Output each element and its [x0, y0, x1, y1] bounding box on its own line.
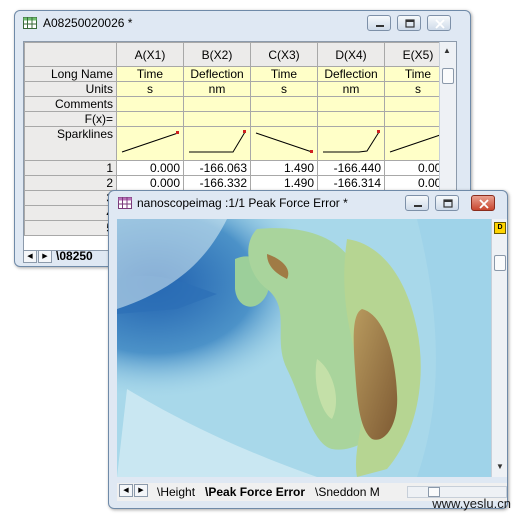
image-title: nanoscopeimag :1/1 Peak Force Error *: [137, 196, 348, 210]
cell[interactable]: [250, 96, 318, 112]
tab-height[interactable]: \Height: [157, 485, 195, 499]
row-header[interactable]: Sparklines: [24, 126, 117, 161]
row-header[interactable]: Comments: [24, 96, 117, 112]
cell[interactable]: [116, 111, 184, 127]
table-row: 1 0.000 -166.063 1.490 -166.440 0.000: [24, 160, 452, 176]
matrix-icon: [118, 197, 132, 209]
sparkline-cell[interactable]: [116, 126, 184, 161]
tab-sneddon[interactable]: \Sneddon M: [315, 485, 380, 499]
vertical-scrollbar[interactable]: D ▼: [491, 219, 507, 477]
close-icon: [479, 199, 489, 209]
restore-button[interactable]: [397, 15, 421, 31]
afm-image[interactable]: [117, 219, 491, 477]
image-window[interactable]: nanoscopeimag :1/1 Peak Force Error * D …: [108, 190, 508, 509]
cell[interactable]: s: [250, 81, 318, 97]
cell[interactable]: Time: [116, 66, 184, 82]
minimize-button[interactable]: [367, 15, 391, 31]
cell[interactable]: nm: [317, 81, 385, 97]
tab-next-button[interactable]: ▶: [134, 484, 148, 497]
cell[interactable]: [317, 111, 385, 127]
row-number[interactable]: 2: [24, 175, 117, 191]
sparkline-cell[interactable]: [250, 126, 318, 161]
cell[interactable]: [250, 111, 318, 127]
cell[interactable]: 0.000: [116, 175, 184, 191]
cell[interactable]: -166.063: [183, 160, 251, 176]
height-map-image: [117, 219, 491, 477]
worksheet-titlebar[interactable]: A08250020026 *: [15, 11, 470, 35]
cell[interactable]: Deflection: [183, 66, 251, 82]
cell[interactable]: nm: [183, 81, 251, 97]
row-number[interactable]: 1: [24, 160, 117, 176]
restore-icon: [443, 199, 453, 208]
row-number[interactable]: 3: [24, 190, 117, 206]
corner-cell[interactable]: [24, 42, 117, 67]
column-header-row: A(X1) B(X2) C(X3) D(X4) E(X5): [24, 42, 452, 67]
tab-next-button[interactable]: ▶: [38, 250, 52, 263]
long-name-row: Long Name Time Deflection Time Deflectio…: [24, 66, 452, 82]
tab-prev-button[interactable]: ◀: [23, 250, 37, 263]
column-header[interactable]: B(X2): [183, 42, 251, 67]
cell[interactable]: -166.440: [317, 160, 385, 176]
scroll-thumb[interactable]: [494, 255, 506, 271]
sparkline-cell[interactable]: [317, 126, 385, 161]
comments-row: Comments: [24, 96, 452, 112]
minimize-icon: [376, 25, 384, 27]
column-header[interactable]: C(X3): [250, 42, 318, 67]
cell[interactable]: [183, 111, 251, 127]
row-header[interactable]: F(x)=: [24, 111, 117, 127]
tab-prev-button[interactable]: ◀: [119, 484, 133, 497]
worksheet-icon: [23, 17, 37, 29]
sparkline: [189, 130, 246, 153]
close-button[interactable]: [471, 195, 495, 211]
sparkline: [121, 131, 179, 153]
cell[interactable]: s: [116, 81, 184, 97]
restore-icon: [405, 19, 415, 28]
row-number[interactable]: 4: [24, 205, 117, 221]
close-button[interactable]: [427, 15, 451, 31]
scroll-up-icon[interactable]: ▲: [443, 46, 451, 55]
image-titlebar[interactable]: nanoscopeimag :1/1 Peak Force Error *: [109, 191, 507, 215]
cell[interactable]: [116, 96, 184, 112]
cell[interactable]: -166.332: [183, 175, 251, 191]
cell[interactable]: 1.490: [250, 175, 318, 191]
formula-row: F(x)=: [24, 111, 452, 127]
cell[interactable]: 0.000: [116, 160, 184, 176]
sparklines-row: Sparklines: [24, 126, 452, 161]
sheet-tab-label: 08250: [59, 249, 93, 263]
scroll-down-icon[interactable]: ▼: [496, 462, 504, 471]
units-row: Units s nm s nm s: [24, 81, 452, 97]
restore-button[interactable]: [435, 195, 459, 211]
sparkline: [255, 132, 313, 153]
row-header[interactable]: Long Name: [24, 66, 117, 82]
cell[interactable]: [317, 96, 385, 112]
worksheet-title: A08250020026 *: [43, 16, 133, 30]
sheet-tab[interactable]: \08250: [56, 249, 93, 264]
cell[interactable]: Deflection: [317, 66, 385, 82]
tab-peak-force-error[interactable]: \Peak Force Error: [205, 485, 305, 499]
cell[interactable]: -166.314: [317, 175, 385, 191]
row-header[interactable]: Units: [24, 81, 117, 97]
column-header[interactable]: D(X4): [317, 42, 385, 67]
sparkline: [323, 130, 380, 153]
close-icon: [435, 19, 445, 29]
minimize-button[interactable]: [405, 195, 429, 211]
table-row: 2 0.000 -166.332 1.490 -166.314 0.000: [24, 175, 452, 191]
sparkline-cell[interactable]: [183, 126, 251, 161]
cell[interactable]: [183, 96, 251, 112]
cell[interactable]: 1.490: [250, 160, 318, 176]
watermark: www.yeslu.cn: [432, 496, 511, 511]
row-number[interactable]: 5: [24, 220, 117, 236]
minimize-icon: [414, 205, 422, 207]
column-header[interactable]: A(X1): [116, 42, 184, 67]
data-display-badge[interactable]: D: [494, 222, 506, 234]
cell[interactable]: Time: [250, 66, 318, 82]
scroll-thumb[interactable]: [442, 68, 454, 84]
